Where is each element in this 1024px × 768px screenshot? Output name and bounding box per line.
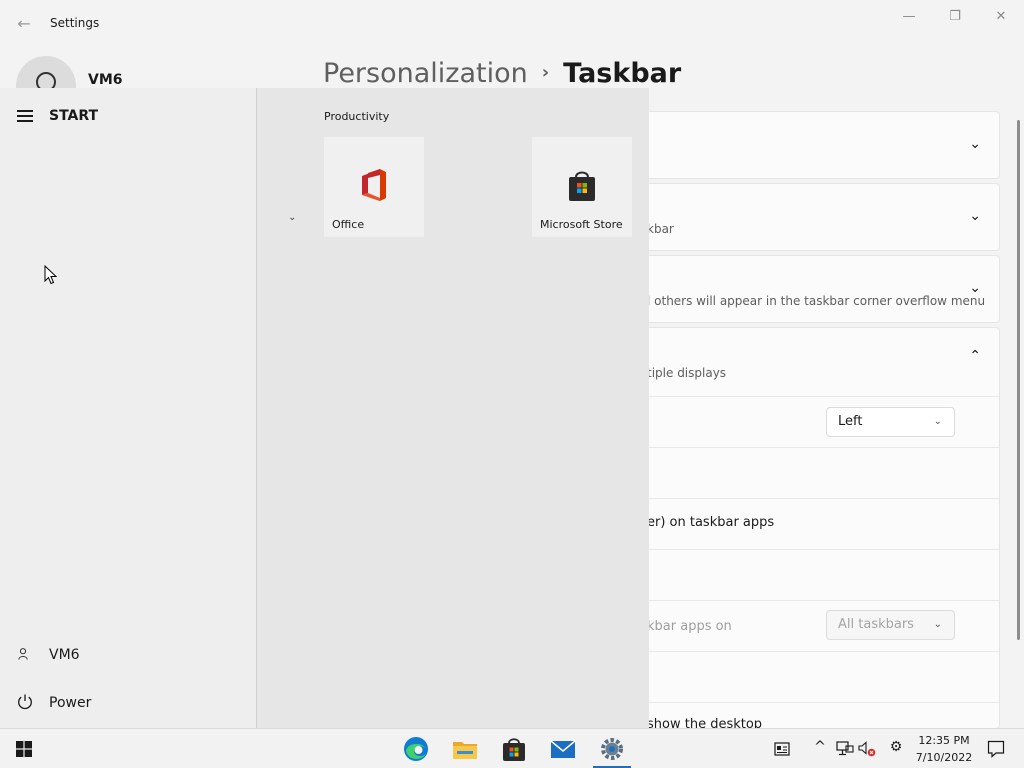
hamburger-menu-icon[interactable] xyxy=(17,110,33,125)
microsoft-store-tile[interactable]: Microsoft Store xyxy=(532,137,632,237)
chevron-down-icon: ⌄ xyxy=(969,208,981,224)
scrollbar[interactable] xyxy=(1017,120,1020,640)
notifications-icon[interactable] xyxy=(987,740,1005,758)
network-icon[interactable] xyxy=(836,741,854,757)
divider xyxy=(641,396,999,397)
breadcrumb: Personalization › Taskbar xyxy=(323,58,681,89)
breadcrumb-parent[interactable]: Personalization xyxy=(323,58,528,89)
chevron-down-icon: ⌄ xyxy=(969,280,981,296)
close-button[interactable]: ✕ xyxy=(978,6,1024,28)
clock-time: 12:35 PM xyxy=(918,734,970,747)
breadcrumb-separator: › xyxy=(541,62,550,83)
taskbar: ^ ⚙ 12:35 PM 7/10/2022 xyxy=(0,728,1024,768)
office-tile[interactable]: Office xyxy=(324,137,424,237)
chevron-down-icon[interactable]: ⌄ xyxy=(288,212,296,223)
divider xyxy=(641,600,999,601)
store-icon xyxy=(569,171,595,201)
office-icon xyxy=(362,169,386,201)
back-button[interactable]: ← xyxy=(12,12,36,36)
divider xyxy=(641,447,999,448)
chevron-down-icon: ⌄ xyxy=(933,619,942,630)
alignment-dropdown[interactable]: Left ⌄ xyxy=(826,407,955,437)
show-hidden-icons-icon[interactable]: ^ xyxy=(810,739,830,755)
tile-label: Microsoft Store xyxy=(540,218,623,231)
start-menu-left-pane: START VM6 Power xyxy=(0,88,257,728)
store-taskbar-icon[interactable] xyxy=(500,735,528,763)
minimize-button[interactable]: — xyxy=(886,6,932,28)
mouse-cursor-icon xyxy=(44,265,58,285)
alignment-value: Left xyxy=(838,414,863,429)
power-item[interactable]: Power xyxy=(49,695,91,711)
windows-start-icon[interactable] xyxy=(16,741,32,757)
app-title: Settings xyxy=(50,16,100,30)
show-apps-value: All taskbars xyxy=(838,617,914,632)
clock[interactable]: 12:35 PM 7/10/2022 xyxy=(906,732,982,766)
page-title: Taskbar xyxy=(563,58,682,89)
chevron-up-icon[interactable]: ⌃ xyxy=(969,348,981,364)
start-menu-tiles-pane: Productivity ⌄ Office Microsoft Store xyxy=(257,88,649,728)
edge-icon[interactable] xyxy=(402,735,430,763)
person-icon xyxy=(18,648,28,663)
divider xyxy=(641,498,999,499)
start-user-item[interactable]: VM6 xyxy=(49,647,80,663)
card-description: tiple displays xyxy=(647,366,727,380)
show-apps-dropdown: All taskbars ⌄ xyxy=(826,610,955,640)
chevron-down-icon: ⌄ xyxy=(969,136,981,152)
tile-group-title[interactable]: Productivity xyxy=(324,110,389,123)
file-explorer-icon[interactable] xyxy=(451,735,479,763)
divider xyxy=(641,651,999,652)
news-widget-icon[interactable] xyxy=(774,741,790,757)
clock-date: 7/10/2022 xyxy=(915,751,973,764)
profile-name: VM6 xyxy=(88,72,123,88)
start-label: START xyxy=(49,108,99,124)
show-apps-label: kbar apps on xyxy=(647,619,732,634)
title-bar: ← Settings — ❐ ✕ xyxy=(0,0,1024,48)
tile-label: Office xyxy=(332,218,365,231)
settings-tray-icon[interactable]: ⚙ xyxy=(886,739,906,755)
settings-card-overflow[interactable]: l others will appear in the taskbar corn… xyxy=(640,255,1000,323)
card-description: l others will appear in the taskbar corn… xyxy=(647,294,986,308)
settings-gear-icon[interactable] xyxy=(598,735,626,763)
settings-card-taskbar-items[interactable]: ⌄ xyxy=(640,111,1000,179)
power-icon[interactable] xyxy=(16,693,34,716)
volume-muted-icon[interactable] xyxy=(858,741,876,757)
card-description: kbar xyxy=(647,222,674,236)
hover-setting-label: er) on taskbar apps xyxy=(647,515,775,530)
settings-card-taskbar-behaviors: tiple displays ⌃ Left ⌄ er) on taskbar a… xyxy=(640,327,1000,732)
chevron-down-icon: ⌄ xyxy=(933,416,942,427)
settings-card-system-tray-icons[interactable]: kbar ⌄ xyxy=(640,183,1000,251)
mail-icon[interactable] xyxy=(549,735,577,763)
maximize-button[interactable]: ❐ xyxy=(932,6,978,28)
divider xyxy=(641,549,999,550)
divider xyxy=(641,702,999,703)
